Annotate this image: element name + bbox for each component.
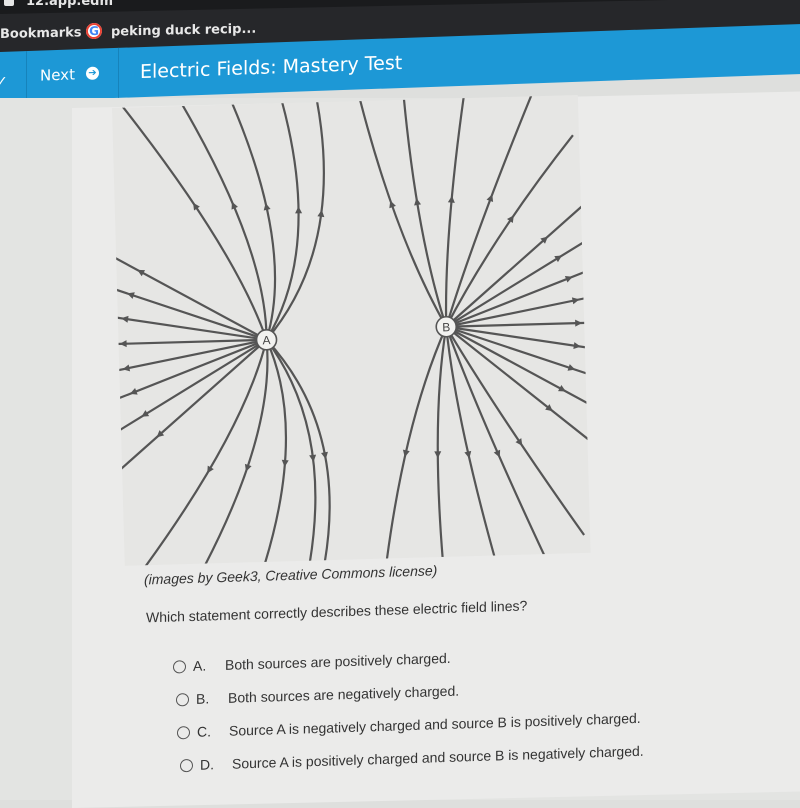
option-text: Both sources are positively charged. — [225, 649, 451, 673]
option-letter: A. — [193, 657, 207, 674]
radio-button[interactable] — [173, 660, 186, 674]
radio-button[interactable] — [180, 758, 193, 773]
option-text: Source A is negatively charged and sourc… — [229, 709, 641, 739]
image-credit: (images by Geek3, Creative Commons licen… — [144, 562, 438, 588]
radio-button[interactable] — [176, 693, 189, 707]
radio-button[interactable] — [177, 726, 190, 740]
option-text: Both sources are negatively charged. — [228, 682, 460, 706]
option-text: Source A is positively charged and sourc… — [232, 742, 644, 772]
option-letter: C. — [197, 723, 211, 740]
option-letter: D. — [200, 756, 214, 773]
option-letter: B. — [196, 690, 210, 707]
question-content: (images by Geek3, Creative Commons licen… — [0, 0, 800, 800]
question-text: Which statement correctly describes thes… — [146, 597, 528, 626]
